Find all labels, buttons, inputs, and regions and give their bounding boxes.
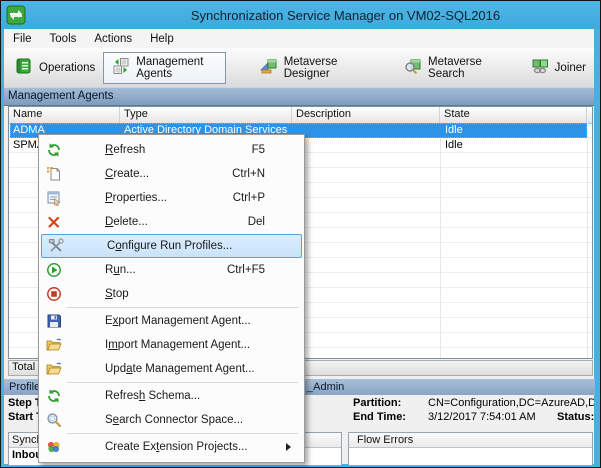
grid-line (440, 123, 441, 358)
menu-help[interactable]: Help (141, 31, 183, 47)
submenu-arrow-icon (286, 443, 291, 451)
column-header-name[interactable]: Name (9, 107, 120, 123)
section-title-band: Management Agents (4, 87, 594, 106)
metaverse-designer-label: Metaverse Designer (283, 55, 338, 80)
menu-tools[interactable]: Tools (41, 31, 86, 47)
flow-errors-panel[interactable]: Flow Errors (348, 432, 593, 466)
grid-line (587, 123, 588, 358)
end-time-label: End Time: (353, 411, 406, 423)
joiner-icon (531, 57, 549, 78)
search-connector-icon (46, 412, 62, 428)
create-icon (46, 166, 62, 182)
ma-state: Idle (445, 139, 463, 151)
delete-icon (46, 214, 62, 230)
column-header-stub (587, 107, 592, 123)
step-type-label: Step T (8, 397, 42, 409)
menu-file[interactable]: File (4, 31, 41, 47)
menu-item-refresh[interactable]: Refresh F5 (39, 138, 304, 162)
operations-button[interactable]: Operations (7, 53, 103, 83)
export-ma-icon (46, 313, 62, 329)
joiner-label: Joiner (554, 61, 586, 74)
profile-label-fragment: Profile (9, 381, 41, 393)
menu-item-delete[interactable]: Delete... Del (39, 210, 304, 234)
title-bar[interactable]: Synchronization Service Manager on VM02-… (1, 1, 600, 29)
shortcut: Ctrl+N (232, 168, 265, 180)
shortcut: Ctrl+P (232, 192, 265, 204)
toolbar: Operations Management Agents Metaverse D… (4, 48, 594, 87)
operations-label: Operations (39, 61, 96, 74)
menu-item-export-management-agent[interactable]: Export Management Agent... (39, 309, 304, 333)
menu-item-create[interactable]: Create... Ctrl+N (39, 162, 304, 186)
end-time-value: 3/12/2017 7:54:01 AM (428, 411, 536, 423)
status-label: Status: (557, 411, 595, 423)
import-ma-icon (46, 337, 62, 353)
window-title: Synchronization Service Manager on VM02-… (190, 7, 501, 23)
joiner-button[interactable]: Joiner (523, 53, 594, 83)
menu-item-configure-run-profiles[interactable]: Configure Run Profiles... (41, 234, 302, 258)
ma-state: Idle (445, 124, 463, 136)
context-menu: Refresh F5 Create... Ctrl+N Properties..… (38, 134, 305, 463)
profile-value-fragment: _Admin (307, 381, 345, 393)
menu-item-create-extension-projects[interactable]: Create Extension Projects... (39, 435, 304, 459)
column-header-type[interactable]: Type (120, 107, 292, 123)
menu-item-stop[interactable]: Stop (39, 282, 304, 306)
shortcut: Ctrl+F5 (226, 264, 265, 276)
refresh-icon (46, 142, 62, 158)
management-agents-button[interactable]: Management Agents (103, 51, 226, 84)
management-agents-label: Management Agents (136, 55, 204, 80)
shortcut: F5 (251, 144, 265, 156)
column-header-description[interactable]: Description (292, 107, 440, 123)
management-agents-icon (112, 57, 130, 78)
metaverse-designer-icon (259, 57, 278, 78)
list-header: Name Type Description State (9, 107, 592, 124)
operations-icon (15, 57, 33, 78)
partition-label: Partition: (353, 397, 402, 409)
configure-run-profiles-icon (48, 238, 64, 254)
properties-icon (46, 190, 62, 206)
metaverse-search-button[interactable]: Metaverse Search (396, 53, 507, 83)
update-ma-icon (46, 361, 62, 377)
sync-service-manager-window: Synchronization Service Manager on VM02-… (0, 0, 601, 468)
window-border-right (594, 29, 600, 466)
column-header-state[interactable]: State (440, 107, 587, 123)
refresh-schema-icon (46, 388, 62, 404)
menu-item-run[interactable]: Run... Ctrl+F5 (39, 258, 304, 282)
extension-projects-icon (46, 439, 62, 455)
metaverse-designer-button[interactable]: Metaverse Designer (252, 53, 370, 83)
menu-item-refresh-schema[interactable]: Refresh Schema... (39, 384, 304, 408)
menu-item-search-connector-space[interactable]: Search Connector Space... (39, 408, 304, 432)
shortcut: Del (247, 216, 265, 228)
menu-actions[interactable]: Actions (85, 31, 141, 47)
menu-item-properties[interactable]: Properties... Ctrl+P (39, 186, 304, 210)
menu-item-import-management-agent[interactable]: Import Management Agent... (39, 333, 304, 357)
run-icon (46, 262, 62, 278)
metaverse-search-label: Metaverse Search (428, 55, 482, 80)
menu-bar: File Tools Actions Help (4, 29, 594, 48)
flow-errors-header: Flow Errors (349, 433, 592, 448)
metaverse-search-icon (404, 57, 422, 78)
stop-icon (46, 286, 62, 302)
partition-value: CN=Configuration,DC=AzureAD,DC= (428, 397, 594, 409)
menu-item-update-management-agent[interactable]: Update Management Agent... (39, 357, 304, 381)
